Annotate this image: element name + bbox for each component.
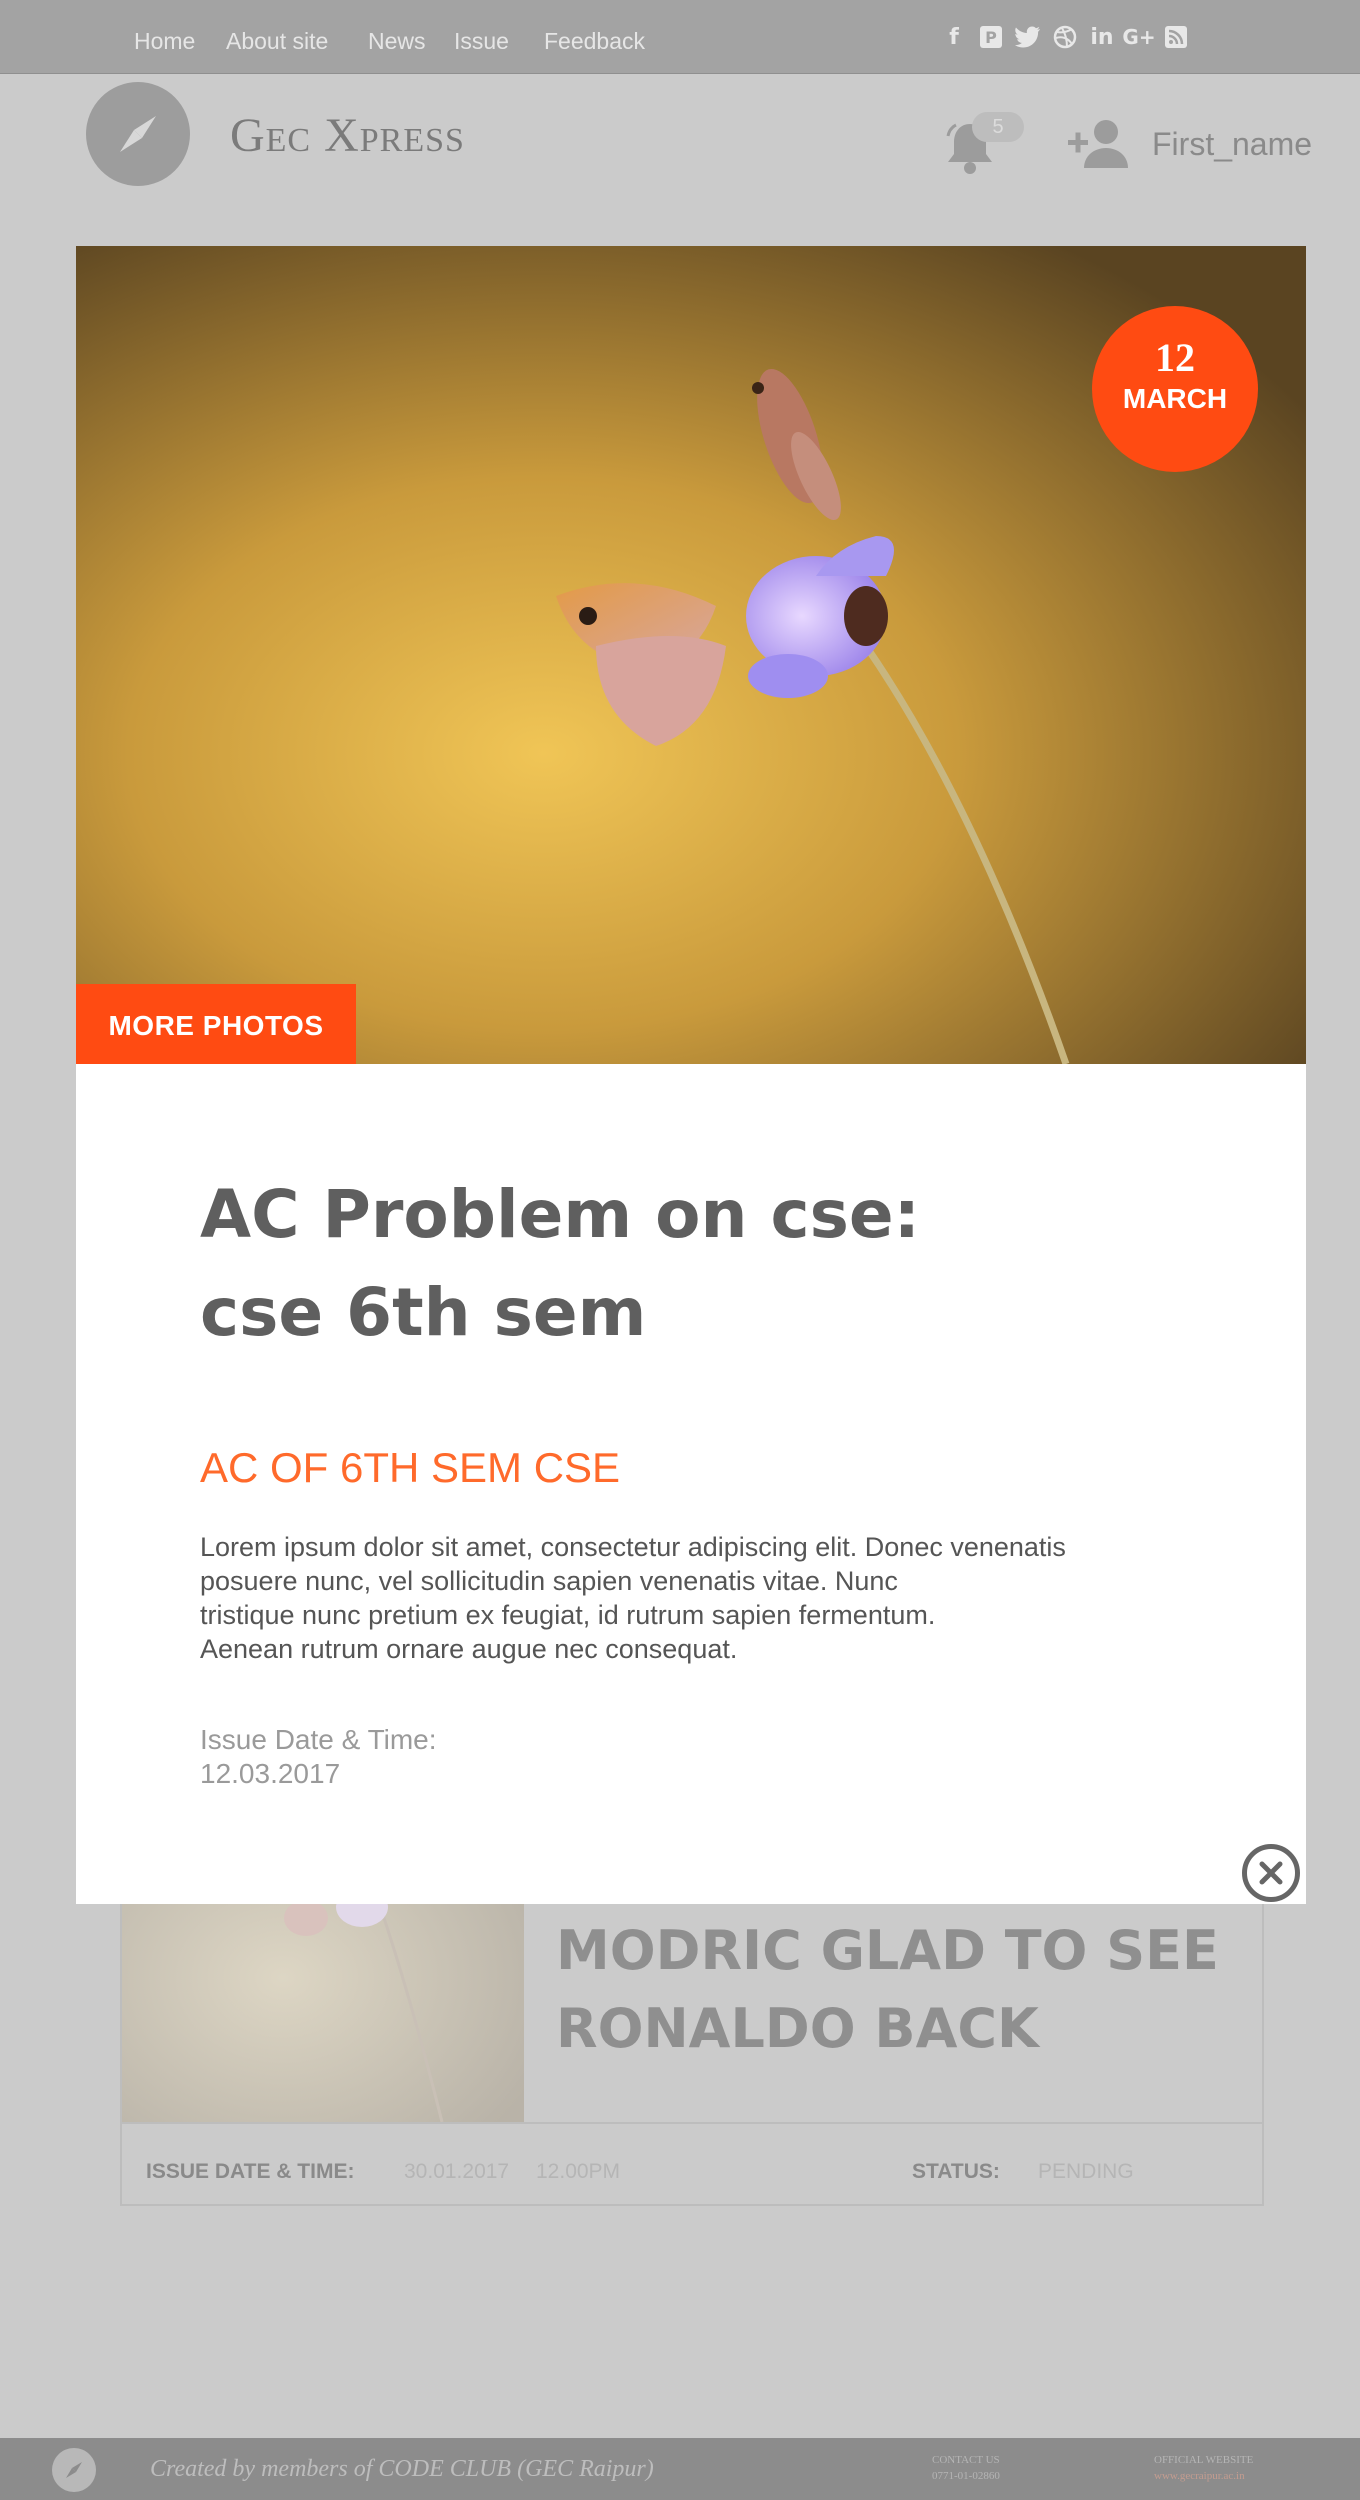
rss-icon[interactable] [1162, 23, 1190, 51]
social-links: f P in G+ [940, 22, 1199, 52]
footer-logo[interactable] [52, 2448, 96, 2492]
nav-news-link[interactable]: News [368, 28, 426, 55]
nav-home-link[interactable]: Home [134, 28, 195, 55]
issue-date-label: ISSUE DATE & TIME: [146, 2160, 355, 2183]
close-modal-button[interactable] [1242, 1844, 1300, 1902]
footer-contact-value[interactable]: 0771-01-02860 [932, 2470, 1000, 2482]
article-modal: 12 MARCH MORE PHOTOS AC Problem on cse: … [76, 246, 1306, 1904]
compass-icon [66, 2462, 82, 2478]
article-body: Lorem ipsum dolor sit amet, consectetur … [200, 1532, 1066, 1664]
footer-credit: Created by members of CODE CLUB (GEC Rai… [150, 2456, 654, 2482]
facebook-icon[interactable]: f [940, 23, 968, 51]
site-logo[interactable] [86, 82, 190, 186]
dribbble-icon[interactable] [1051, 23, 1079, 51]
issue-date-value: 12.03.2017 [200, 1758, 341, 1789]
more-photos-button[interactable]: MORE PHOTOS [76, 984, 356, 1064]
date-month: MARCH [1122, 383, 1228, 414]
nav-feedback-link[interactable]: Feedback [544, 28, 645, 55]
article-title-line-2: cse 6th sem [200, 1274, 647, 1351]
footer-website-link[interactable]: www.gecraipur.ac.in [1154, 2470, 1245, 2482]
page-footer: Created by members of CODE CLUB (GEC Rai… [0, 2438, 1360, 2500]
pinterest-icon[interactable]: P [977, 23, 1005, 51]
svg-text:P: P [985, 28, 997, 47]
twitter-icon[interactable] [1014, 23, 1042, 51]
issue-date-value: 30.01.2017 [404, 2160, 510, 2183]
add-user-icon[interactable] [1068, 118, 1134, 170]
nav-issue-link[interactable]: Issue [454, 28, 509, 55]
top-navbar: Home About site News Issue Feedback f P … [0, 0, 1360, 74]
nav-about-link[interactable]: About site [226, 28, 328, 55]
linkedin-icon[interactable]: in [1088, 23, 1116, 51]
status-value: PENDING [1038, 2160, 1134, 2183]
article-subheading: AC OF 6TH SEM CSE [200, 1444, 621, 1491]
article-title: AC Problem on cse: cse 6th sem [200, 1166, 1100, 1362]
article-title-line-1: AC Problem on cse: [200, 1176, 921, 1253]
footer-website-label: OFFICIAL WEBSITE [1154, 2454, 1254, 2466]
username-label[interactable]: First_name [1152, 126, 1312, 163]
date-day: 12 [1155, 335, 1195, 380]
card-divider [122, 2122, 1262, 2124]
notification-count-badge: 5 [972, 112, 1024, 142]
compass-icon [120, 116, 156, 152]
google-plus-icon[interactable]: G+ [1122, 23, 1155, 51]
footer-contact-label: CONTACT US [932, 2454, 1000, 2466]
issue-time-value: 12.00PM [536, 2160, 621, 2183]
issue-date-label: Issue Date & Time: [200, 1724, 437, 1755]
site-title[interactable]: Gec Xpress [230, 108, 465, 163]
date-badge: 12 MARCH [1092, 306, 1258, 472]
close-icon [1259, 1861, 1283, 1885]
status-label: STATUS: [912, 2160, 1000, 2183]
news-card-title[interactable]: MODRIC GLAD TO SEE RONALDO BACK [556, 1912, 1246, 2068]
